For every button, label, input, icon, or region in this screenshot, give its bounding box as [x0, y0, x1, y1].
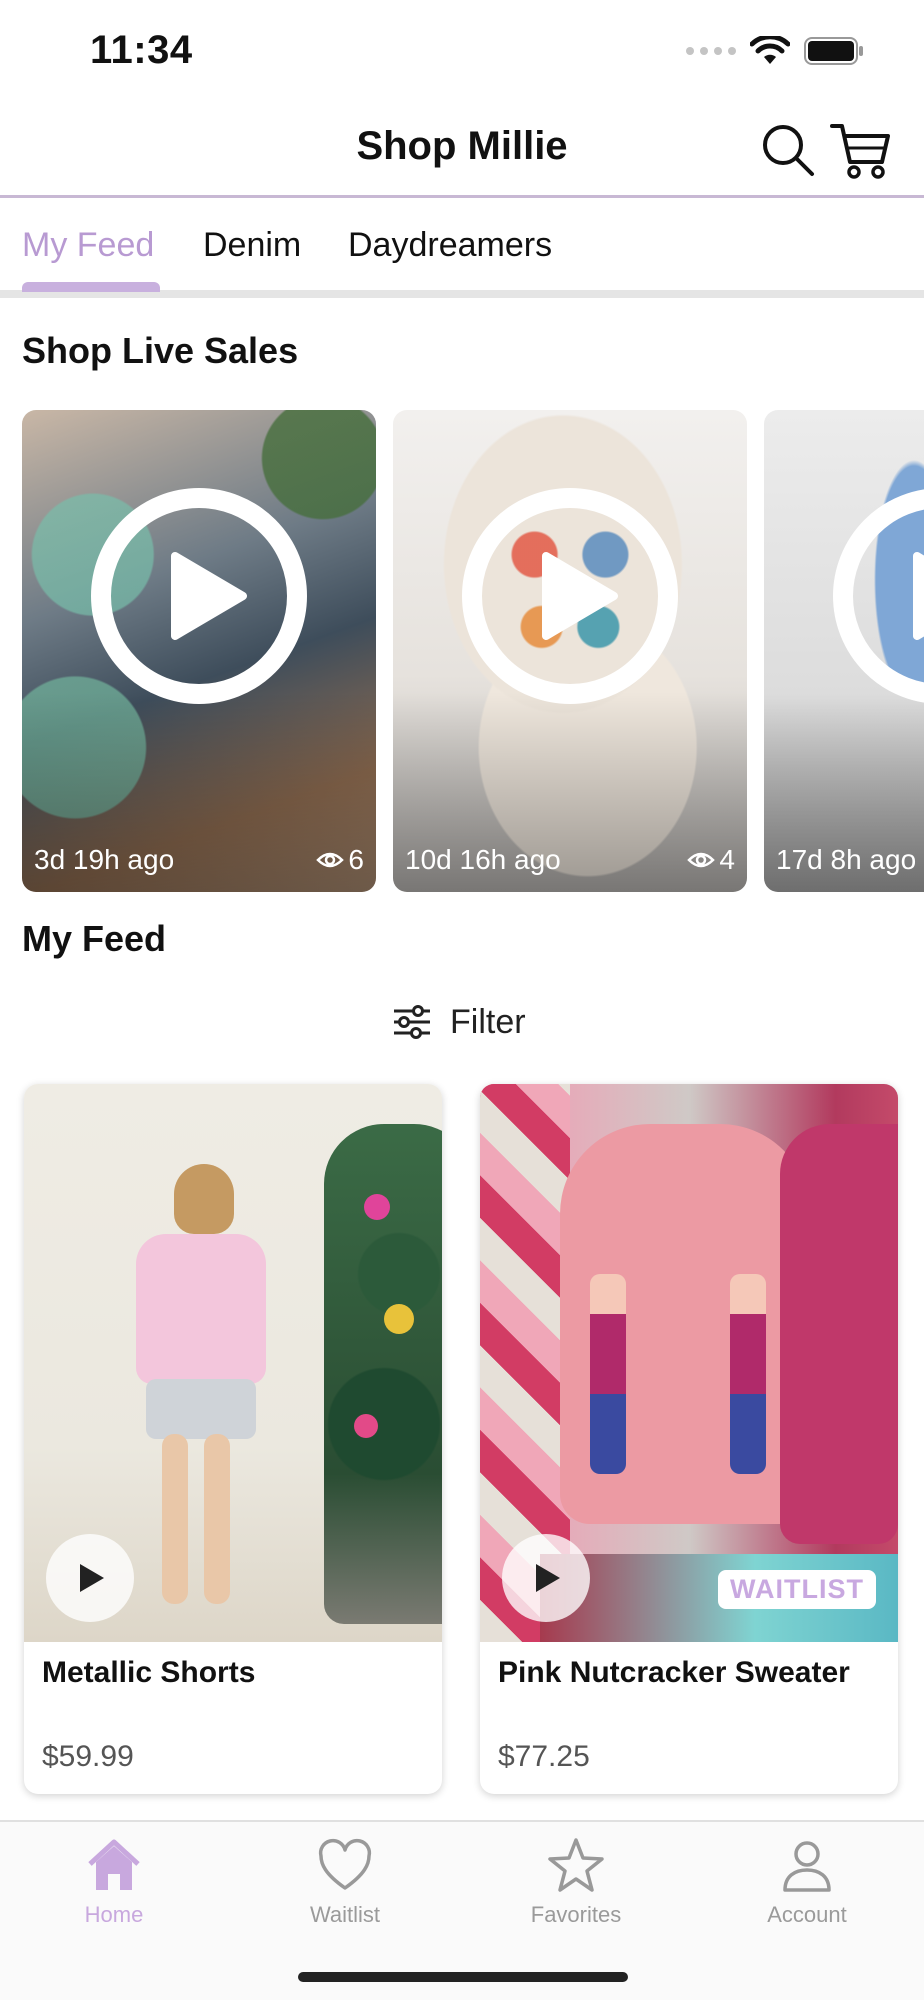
product-price: $59.99 — [42, 1740, 134, 1773]
feed-title: My Feed — [22, 918, 167, 959]
heart-icon — [318, 1838, 372, 1890]
play-icon[interactable] — [833, 488, 924, 704]
nav-favorites[interactable]: Favorites — [486, 1836, 666, 1928]
battery-icon — [804, 37, 863, 65]
live-sale-time-ago: 3d 19h ago — [34, 844, 175, 875]
product-name: Pink Nutcracker Sweater — [498, 1656, 850, 1689]
product-card[interactable]: Metallic Shorts $59.99 — [24, 1084, 442, 1794]
nav-home-label: Home — [84, 1902, 144, 1927]
product-price: $77.25 — [498, 1740, 590, 1773]
category-tabs: My Feed Denim Daydreamers — [0, 198, 924, 298]
tab-daydreamers[interactable]: Daydreamers — [348, 226, 552, 265]
waitlist-badge: WAITLIST — [718, 1570, 876, 1609]
nav-waitlist[interactable]: Waitlist — [255, 1836, 435, 1928]
filter-label: Filter — [450, 1002, 526, 1041]
live-sales-carousel[interactable]: 3d 19h ago 6 10d 16h ago 4 17d 8h ago — [0, 410, 924, 892]
home-icon — [88, 1839, 140, 1890]
app-header: Shop Millie — [0, 100, 924, 198]
eye-icon — [687, 852, 716, 868]
sliders-icon — [394, 1005, 430, 1039]
person-icon — [783, 1841, 831, 1892]
play-icon[interactable] — [91, 488, 307, 704]
star-icon — [548, 1838, 604, 1892]
status-icons — [686, 36, 864, 66]
views-count: 6 — [348, 844, 364, 875]
search-icon[interactable] — [760, 122, 816, 178]
live-sale-time-ago: 10d 16h ago — [405, 844, 561, 875]
views-count: 4 — [719, 844, 735, 875]
live-sale-card[interactable]: 3d 19h ago 6 — [22, 410, 376, 892]
tab-denim[interactable]: Denim — [203, 226, 301, 265]
live-sale-card[interactable]: 10d 16h ago 4 — [393, 410, 747, 892]
nav-waitlist-label: Waitlist — [309, 1902, 381, 1927]
product-play-button[interactable] — [502, 1534, 590, 1622]
nav-home[interactable]: Home — [24, 1836, 204, 1928]
live-sale-time-ago: 17d 8h ago — [776, 844, 917, 875]
status-time: 11:34 — [90, 28, 193, 72]
active-tab-indicator — [22, 282, 160, 292]
nav-favorites-label: Favorites — [530, 1902, 622, 1927]
home-indicator[interactable] — [298, 1972, 628, 1982]
live-sales-title: Shop Live Sales — [22, 330, 299, 371]
product-card[interactable]: WAITLIST Pink Nutcracker Sweater $77.25 — [480, 1084, 898, 1794]
cart-icon[interactable] — [830, 120, 892, 180]
filter-button[interactable]: Filter — [392, 998, 526, 1046]
play-icon[interactable] — [462, 488, 678, 704]
live-sale-views: 4 — [687, 844, 735, 876]
product-play-button[interactable] — [46, 1534, 134, 1622]
nav-account-label: Account — [767, 1902, 847, 1927]
cellular-signal-icon — [686, 47, 736, 55]
wifi-icon — [750, 36, 790, 64]
status-bar: 11:34 — [0, 0, 924, 100]
play-icon — [80, 1564, 104, 1592]
tab-my-feed[interactable]: My Feed — [22, 226, 154, 265]
play-icon — [536, 1564, 560, 1592]
live-sale-card[interactable]: 17d 8h ago — [764, 410, 924, 892]
eye-icon — [316, 852, 345, 868]
product-name: Metallic Shorts — [42, 1656, 256, 1689]
live-sale-views: 6 — [316, 844, 364, 876]
nav-account[interactable]: Account — [717, 1836, 897, 1928]
